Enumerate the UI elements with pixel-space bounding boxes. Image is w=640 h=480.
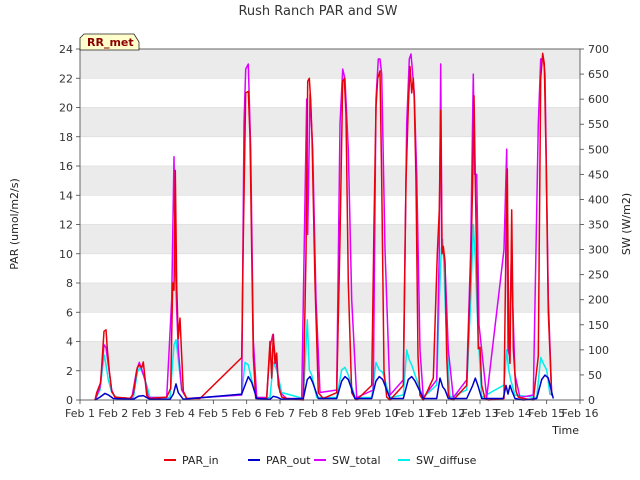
legend-label: PAR_out <box>266 454 311 467</box>
right-tick-label: 50 <box>588 369 602 382</box>
right-tick-label: 300 <box>588 244 609 257</box>
legend: PAR_in PAR_out SW_total SW_diffuse <box>164 454 477 467</box>
x-tick-label: Feb 8 <box>298 407 328 420</box>
legend-label: PAR_in <box>182 454 219 467</box>
right-tick-label: 200 <box>588 294 609 307</box>
left-tick-label: 22 <box>59 72 73 85</box>
x-tick-label: Feb 13 <box>462 407 499 420</box>
background-band <box>80 107 580 137</box>
chart-title: Rush Ranch PAR and SW <box>238 4 397 19</box>
x-tick-label: Feb 11 <box>395 407 432 420</box>
left-tick-label: 10 <box>59 248 73 261</box>
left-tick-label: 6 <box>66 306 73 319</box>
x-tick-label: Feb 15 <box>528 407 565 420</box>
right-tick-label: 350 <box>588 219 609 232</box>
right-tick-label: 500 <box>588 143 609 156</box>
right-tick-label: 0 <box>588 394 595 407</box>
right-axis-ticks: 0 50 100 150 200 250 300 350 400 450 500 550 600 650 7… <box>580 43 609 407</box>
left-tick-label: 4 <box>66 336 73 349</box>
background-band <box>80 49 580 79</box>
left-tick-label: 16 <box>59 160 73 173</box>
x-tick-label: Feb 9 <box>332 407 362 420</box>
left-tick-label: 20 <box>59 102 73 115</box>
x-tick-label: Feb 12 <box>428 407 465 420</box>
legend-label: SW_diffuse <box>416 454 477 467</box>
x-tick-label: Feb 16 <box>562 407 599 420</box>
left-tick-label: 18 <box>59 131 73 144</box>
x-tick-label: Feb 2 <box>98 407 128 420</box>
left-axis-ticks: 024681012141618202224 <box>59 43 80 407</box>
x-tick-label: Feb 7 <box>265 407 295 420</box>
right-tick-label: 100 <box>588 344 609 357</box>
x-axis-ticks: Feb 1 Feb 2 Feb 3 Feb 4 Feb 5 Feb 6 Feb 7 Feb 8… <box>65 400 598 420</box>
station-badge: RR_met <box>79 33 140 51</box>
right-tick-label: 550 <box>588 118 609 131</box>
left-tick-label: 2 <box>66 365 73 378</box>
left-tick-label: 8 <box>66 277 73 290</box>
x-tick-label: Feb 6 <box>232 407 262 420</box>
x-tick-label: Feb 3 <box>132 407 162 420</box>
left-axis-label: PAR (umol/m2/s) <box>8 178 21 270</box>
right-tick-label: 250 <box>588 269 609 282</box>
x-tick-label: Feb 5 <box>198 407 228 420</box>
left-tick-label: 0 <box>66 394 73 407</box>
right-tick-label: 400 <box>588 193 609 206</box>
badge-label: RR_met <box>87 36 134 49</box>
x-axis-label: Time <box>551 424 579 437</box>
chart: Feb 1 Feb 2 Feb 3 Feb 4 Feb 5 Feb 6 Feb 7 Feb 8… <box>8 4 633 467</box>
left-tick-label: 12 <box>59 219 73 232</box>
right-tick-label: 650 <box>588 68 609 81</box>
right-axis-label: SW (W/m2) <box>620 193 633 255</box>
x-tick-label: Feb 4 <box>165 407 195 420</box>
right-tick-label: 150 <box>588 319 609 332</box>
x-tick-label: Feb 10 <box>362 407 399 420</box>
legend-label: SW_total <box>332 454 381 467</box>
x-tick-label: Feb 14 <box>495 407 532 420</box>
x-tick-label: Feb 1 <box>65 407 95 420</box>
left-tick-label: 14 <box>59 189 73 202</box>
right-tick-label: 450 <box>588 168 609 181</box>
left-tick-label: 24 <box>59 43 73 56</box>
right-tick-label: 700 <box>588 43 609 56</box>
right-tick-label: 600 <box>588 93 609 106</box>
